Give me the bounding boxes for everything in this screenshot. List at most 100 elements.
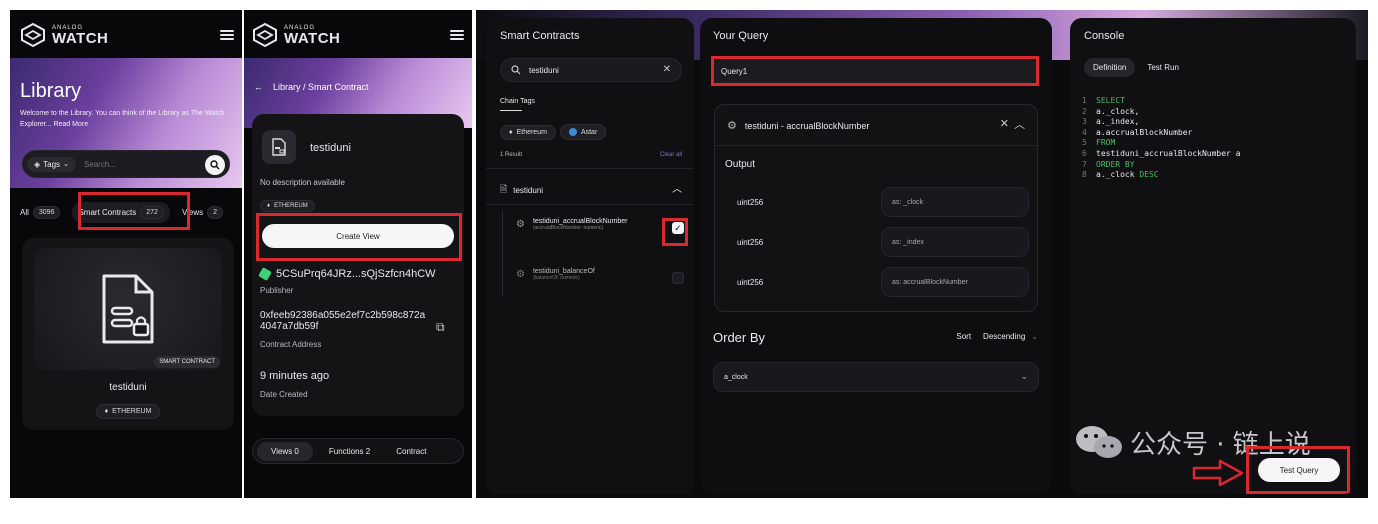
- code-line: 7 ORDER BY: [1082, 160, 1342, 171]
- detail-tabs: Views 0 Functions 2 Contract: [252, 438, 464, 464]
- create-view-button[interactable]: Create View: [262, 224, 454, 248]
- ethereum-icon: ♦: [509, 128, 513, 136]
- close-icon[interactable]: ✕: [1000, 117, 1009, 130]
- output-rows: uint256 as: _clock uint256 as: _index ui…: [725, 187, 1029, 297]
- console-tabs: Definition Test Run: [1084, 58, 1179, 77]
- order-by-label: Order By: [713, 330, 766, 345]
- code-text: a._clock: [1096, 170, 1135, 180]
- sort-value: Descending: [983, 332, 1026, 341]
- publisher-label: Publisher: [260, 286, 294, 295]
- brand-name: WATCH: [284, 29, 341, 47]
- search-button[interactable]: [205, 155, 225, 175]
- function-signature: (accrualBlockNumber: numeric): [532, 225, 603, 231]
- chevron-down-icon: ⌄: [63, 161, 69, 168]
- smart-contracts-panel: Smart Contracts testiduni ✕ Chain Tags ♦…: [486, 18, 694, 494]
- line-number: 5: [1082, 138, 1087, 148]
- contract-search-field[interactable]: testiduni ✕: [500, 58, 682, 82]
- line-number: 1: [1082, 96, 1087, 105]
- tab-functions[interactable]: Functions 2: [329, 447, 370, 456]
- date-created-value: 9 minutes ago: [260, 370, 330, 382]
- code-text: a._clock,: [1096, 106, 1140, 116]
- breadcrumb: Library / Smart Contract: [273, 82, 369, 92]
- function-item[interactable]: ⚙ testiduni_balanceOf (balanceOf: numeri…: [516, 268, 684, 284]
- card-title: testiduni: [109, 382, 147, 393]
- tab-views-count: 2: [207, 206, 224, 219]
- console-panel: Console Definition Test Run 1 SELECT 2 a._c…: [1070, 18, 1356, 494]
- function-item[interactable]: ⚙ testiduni_accrualBlockNumber (accrualB…: [516, 218, 684, 234]
- function-block-title: testiduni - accrualBlockNumber: [744, 120, 870, 131]
- publisher-value: 5CSuPrq64JRz...sQjSzfcn4hCW: [276, 268, 436, 280]
- tags-dropdown[interactable]: ◈ Tags ⌄: [27, 156, 76, 172]
- contract-card[interactable]: SMART CONTRACT testiduni ♦ ETHEREUM: [22, 238, 234, 430]
- function-gear-icon: ⚙: [516, 219, 525, 230]
- card-chain-label: ETHEREUM: [112, 408, 152, 415]
- tab-views-label: Views: [181, 208, 204, 217]
- test-query-button[interactable]: Test Query: [1258, 458, 1340, 482]
- chip-ethereum-label: Ethereum: [516, 128, 547, 136]
- clear-search-icon[interactable]: ✕: [663, 64, 671, 75]
- query-name-input[interactable]: Query1: [713, 58, 1039, 84]
- order-field-value: a_clock: [724, 373, 748, 381]
- output-type: uint256: [737, 277, 764, 287]
- address-label: Contract Address: [260, 340, 322, 349]
- function-name: testiduni_balanceOf: [532, 268, 595, 275]
- library-search-bar: ◈ Tags ⌄: [22, 150, 230, 178]
- contract-group-header[interactable]: 🗎 testiduni ︿: [500, 182, 682, 198]
- output-row: uint256 as: _index: [725, 227, 1029, 257]
- watermark-text: 公众号 · 链上说: [1130, 429, 1311, 460]
- brand-logo[interactable]: ANALOG WATCH: [20, 22, 108, 48]
- tab-definition[interactable]: Definition: [1084, 58, 1136, 77]
- order-field-select[interactable]: a_clock ⌄: [713, 362, 1039, 392]
- function-name: testiduni_accrualBlockNumber: [532, 218, 628, 225]
- ethereum-icon: ♦: [267, 203, 271, 209]
- clear-all-link[interactable]: Clear all: [660, 152, 682, 158]
- tab-test-run[interactable]: Test Run: [1147, 63, 1179, 72]
- chevron-up-icon[interactable]: ︿: [1014, 116, 1025, 132]
- search-icon: [210, 160, 220, 170]
- function-checkbox[interactable]: ✓: [672, 222, 684, 234]
- menu-icon[interactable]: [220, 30, 234, 40]
- code-text: FROM: [1096, 138, 1116, 148]
- tab-all[interactable]: All 3096: [20, 206, 61, 219]
- chain-chip-label: ETHEREUM: [274, 203, 308, 209]
- output-type: uint256: [737, 237, 764, 247]
- copy-icon[interactable]: ⧉: [436, 320, 445, 335]
- code-text: SELECT: [1096, 96, 1125, 105]
- tab-views[interactable]: Views 0: [257, 441, 313, 461]
- function-gear-icon: ⚙: [727, 120, 737, 132]
- output-alias-field[interactable]: as: _index: [881, 227, 1029, 257]
- contract-card-image: SMART CONTRACT: [34, 248, 222, 370]
- code-line: 3 a._index,: [1082, 117, 1342, 128]
- function-checkbox[interactable]: [672, 272, 684, 284]
- output-label: Output: [725, 159, 756, 170]
- code-line: 1 SELECT: [1082, 96, 1342, 107]
- code-line: 2 a._clock,: [1082, 107, 1342, 118]
- tab-smart-contracts[interactable]: Smart Contracts 272: [72, 202, 170, 223]
- library-description: Welcome to the Library. You can think of…: [20, 110, 225, 128]
- code-keyword: DESC: [1134, 170, 1159, 180]
- output-alias-field[interactable]: as: accrualBlockNumber: [881, 267, 1029, 297]
- page-title: Library: [20, 80, 82, 102]
- chevron-up-icon: ︿: [672, 184, 682, 195]
- query-name-value: Query1: [721, 66, 748, 76]
- your-query-panel: Your Query Query1 ⚙ testiduni - accrualB…: [700, 18, 1052, 494]
- back-arrow-icon[interactable]: ←: [254, 82, 263, 92]
- tab-views[interactable]: Views 2: [181, 206, 224, 219]
- library-panel: ANALOG WATCH Library Welcome to the Libr…: [10, 10, 242, 498]
- chip-astar[interactable]: Astar: [559, 124, 607, 140]
- contract-search-value: testiduni: [529, 65, 559, 75]
- card-chain-chip: ♦ ETHEREUM: [95, 404, 161, 419]
- astar-icon: [568, 128, 577, 136]
- tab-contract[interactable]: Contract: [396, 447, 426, 456]
- sort-dropdown[interactable]: Sort Descending ⌄: [956, 332, 1038, 341]
- menu-icon[interactable]: [450, 30, 464, 40]
- sort-label: Sort: [956, 332, 972, 341]
- tab-smart-contracts-label: Smart Contracts: [78, 208, 137, 217]
- search-icon: [511, 65, 521, 75]
- output-row: uint256 as: accrualBlockNumber: [725, 267, 1029, 297]
- date-created-label: Date Created: [260, 390, 308, 399]
- brand-logo-2[interactable]: ANALOG WATCH: [252, 22, 340, 48]
- library-search-input[interactable]: [83, 159, 184, 169]
- chip-ethereum[interactable]: ♦ Ethereum: [500, 124, 556, 140]
- output-alias-field[interactable]: as: _clock: [881, 187, 1029, 217]
